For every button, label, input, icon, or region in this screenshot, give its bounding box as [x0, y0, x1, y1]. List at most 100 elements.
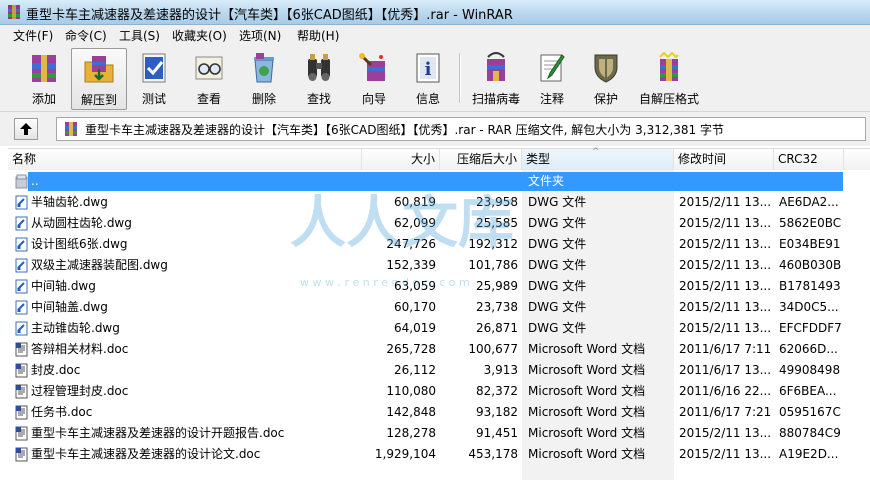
file-row[interactable]: 设计图纸6张.dwg 247,726 192,312 DWG 文件 2015/2/11 …	[8, 234, 870, 255]
column-header-type[interactable]: 类型 ^	[522, 147, 674, 170]
wizard-icon	[359, 53, 385, 81]
file-row[interactable]: 重型卡车主减速器及差速器的设计论文.doc 1,929,104 453,178 Mic…	[8, 444, 870, 465]
file-row[interactable]: 过程管理封皮.doc 110,080 82,372 Microsoft Word 文档…	[8, 381, 870, 402]
protect-button[interactable]: 保护	[584, 48, 628, 108]
file-crc: 34D0C5...	[779, 300, 839, 314]
dwg-file-icon	[15, 216, 28, 231]
title-bar: 重型卡车主减速器及差速器的设计【汽车类】【6张CAD图纸】【优秀】.rar - …	[0, 0, 870, 25]
file-modified: 2015/2/11 13...	[679, 300, 772, 314]
info-button[interactable]: i 信息	[402, 48, 454, 108]
file-packed	[440, 171, 518, 192]
file-type: DWG 文件	[528, 237, 587, 251]
file-type: Microsoft Word 文档	[528, 384, 646, 398]
rar-archive-icon	[65, 122, 77, 136]
file-row[interactable]: 任务书.doc 142,848 93,182 Microsoft Word 文档 201…	[8, 402, 870, 423]
find-button[interactable]: 查找	[292, 48, 346, 108]
sfx-archive-icon	[659, 51, 679, 81]
svg-text:i: i	[425, 59, 432, 80]
file-modified: 2011/6/17 13...	[679, 363, 772, 377]
file-name: 任务书.doc	[31, 405, 93, 419]
sort-ascending-icon: ^	[592, 147, 600, 157]
file-packed: 93,182	[476, 405, 518, 419]
file-modified: 2015/2/11 13...	[679, 195, 772, 209]
protect-shield-icon	[594, 54, 618, 83]
file-size: 128,278	[386, 426, 436, 440]
doc-file-icon	[15, 363, 28, 378]
file-modified: 2011/6/16 22...	[679, 384, 772, 398]
file-packed: 23,958	[476, 195, 518, 209]
file-row[interactable]: 主动锥齿轮.dwg 64,019 26,871 DWG 文件 2015/2/11 13.…	[8, 318, 870, 339]
add-button[interactable]: 添加	[18, 48, 70, 108]
file-name: 封皮.doc	[31, 363, 81, 377]
file-size: 152,339	[386, 258, 436, 272]
extract-to-button[interactable]: 解压到	[71, 48, 127, 110]
doc-file-icon	[15, 405, 28, 420]
file-type: DWG 文件	[528, 279, 587, 293]
file-packed: 23,738	[476, 300, 518, 314]
find-binoculars-icon	[308, 54, 330, 81]
file-modified: 2015/2/11 13...	[679, 447, 772, 461]
file-row[interactable]: 中间轴.dwg 63,059 25,989 DWG 文件 2015/2/11 13...…	[8, 276, 870, 297]
menu-favorites[interactable]: 收藏夹(O)	[172, 27, 227, 44]
file-crc: B1781493	[779, 279, 841, 293]
delete-recycle-icon	[254, 53, 274, 83]
file-type: DWG 文件	[528, 258, 587, 272]
winrar-app-icon	[8, 5, 20, 19]
file-row[interactable]: 双级主减速器装配图.dwg 152,339 101,786 DWG 文件 2015/2/…	[8, 255, 870, 276]
comment-button[interactable]: 注释	[530, 48, 574, 108]
file-list[interactable]: .. 文件夹半轴齿轮.dwg 60,819 23,958 DWG 文件 2015/2/11…	[8, 170, 870, 480]
file-name: 半轴齿轮.dwg	[31, 195, 108, 209]
file-row[interactable]: 重型卡车主减速器及差速器的设计开题报告.doc 128,278 91,451 Micr…	[8, 423, 870, 444]
file-crc: 62066D...	[779, 342, 838, 356]
file-row[interactable]: 答辩相关材料.doc 265,728 100,677 Microsoft Word 文…	[8, 339, 870, 360]
file-type: DWG 文件	[528, 300, 587, 314]
menu-commands[interactable]: 命令(C)	[65, 27, 107, 44]
column-header-modified[interactable]: 修改时间	[674, 149, 774, 170]
doc-file-icon	[15, 447, 28, 462]
virus-scan-icon	[487, 52, 505, 81]
test-button[interactable]: 测试	[128, 48, 180, 108]
column-header-size[interactable]: 大小	[362, 149, 440, 170]
file-size: 1,929,104	[374, 447, 436, 461]
file-type: DWG 文件	[528, 195, 587, 209]
column-header-name[interactable]: 名称	[8, 149, 362, 170]
delete-button[interactable]: 删除	[238, 48, 290, 108]
menu-file[interactable]: 文件(F)	[13, 27, 53, 44]
extract-folder-icon	[84, 56, 114, 83]
scan-virus-button[interactable]: 扫描病毒	[466, 48, 526, 108]
menu-bar: 文件(F) 命令(C) 工具(S) 收藏夹(O) 选项(N) 帮助(H)	[0, 25, 870, 45]
menu-help[interactable]: 帮助(H)	[297, 27, 339, 44]
file-type: 文件夹	[528, 174, 565, 188]
file-row[interactable]: 封皮.doc 26,112 3,913 Microsoft Word 文档 2011/6…	[8, 360, 870, 381]
info-icon: i	[416, 53, 440, 83]
archive-path-field[interactable]: 重型卡车主减速器及差速器的设计【汽车类】【6张CAD图纸】【优秀】.rar - …	[56, 117, 866, 141]
view-button[interactable]: 查看	[182, 48, 236, 108]
file-row[interactable]: 从动圆柱齿轮.dwg 62,099 25,585 DWG 文件 2015/2/11 13…	[8, 213, 870, 234]
up-folder-button[interactable]	[14, 118, 38, 140]
file-crc: A19E2D...	[779, 447, 839, 461]
menu-options[interactable]: 选项(N)	[239, 27, 281, 44]
list-item-parent-folder[interactable]: .. 文件夹	[8, 171, 870, 192]
file-name: 中间轴.dwg	[31, 279, 96, 293]
file-row[interactable]: 中间轴盖.dwg 60,170 23,738 DWG 文件 2015/2/11 13..…	[8, 297, 870, 318]
file-type: DWG 文件	[528, 216, 587, 230]
file-type: DWG 文件	[528, 321, 587, 335]
dwg-file-icon	[15, 237, 28, 252]
column-header-crc[interactable]: CRC32	[774, 149, 844, 170]
archive-path-text: 重型卡车主减速器及差速器的设计【汽车类】【6张CAD图纸】【优秀】.rar - …	[85, 123, 725, 137]
file-modified: 2015/2/11 13...	[679, 216, 772, 230]
file-crc	[779, 171, 849, 192]
menu-tools[interactable]: 工具(S)	[119, 27, 160, 44]
wizard-button[interactable]: 向导	[348, 48, 400, 108]
column-header-packed[interactable]: 压缩后大小	[440, 149, 522, 170]
file-row[interactable]: 半轴齿轮.dwg 60,819 23,958 DWG 文件 2015/2/11 13..…	[8, 192, 870, 213]
sfx-button[interactable]: 自解压格式	[636, 48, 702, 108]
file-crc: 5862E0BC	[779, 216, 842, 230]
file-packed: 100,677	[468, 342, 518, 356]
doc-file-icon	[15, 384, 28, 399]
dwg-file-icon	[15, 195, 28, 210]
add-archive-icon	[32, 55, 56, 82]
file-crc: E034BE91	[779, 237, 841, 251]
file-size: 60,819	[394, 195, 436, 209]
view-glasses-icon	[195, 56, 223, 80]
